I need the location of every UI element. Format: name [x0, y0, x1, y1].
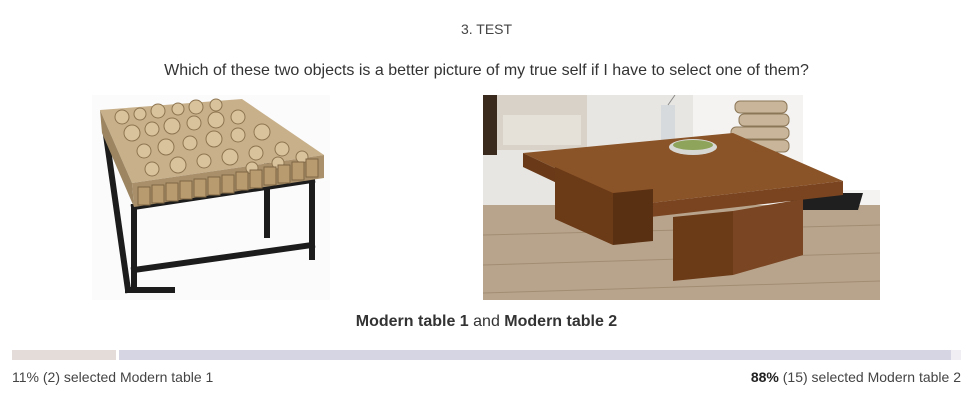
options-caption: Modern table 1 and Modern table 2 [0, 313, 973, 331]
result-1-count: (2) [42, 369, 60, 385]
question-text: Which of these two objects is a better p… [164, 62, 809, 79]
result-option-2: 88% (15) selected Modern table 2 [751, 369, 961, 385]
option-2-image[interactable] [483, 95, 880, 300]
result-1-percent: 11% [12, 369, 39, 385]
log-table-illustration [92, 95, 330, 300]
result-1-label: Modern table 1 [119, 369, 214, 385]
result-2-selected-text: selected [811, 369, 864, 385]
section-title: 3. TEST [460, 21, 513, 37]
result-2-label: Modern table 2 [867, 369, 961, 385]
caption-connector: and [473, 313, 500, 330]
result-1-selected-text: selected [63, 369, 117, 385]
results-bar [12, 350, 961, 360]
caption-option-1: Modern table 1 [355, 313, 469, 330]
option-1-image[interactable] [92, 95, 330, 300]
result-option-1: 11% (2) selected Modern table 1 [12, 369, 213, 385]
wooden-table-illustration [483, 95, 880, 300]
results-bar-option-1 [12, 350, 116, 360]
caption-option-2: Modern table 2 [504, 313, 618, 330]
result-2-count: (15) [782, 369, 808, 385]
result-2-percent: 88% [750, 369, 779, 385]
results-bar-option-2 [119, 350, 951, 360]
